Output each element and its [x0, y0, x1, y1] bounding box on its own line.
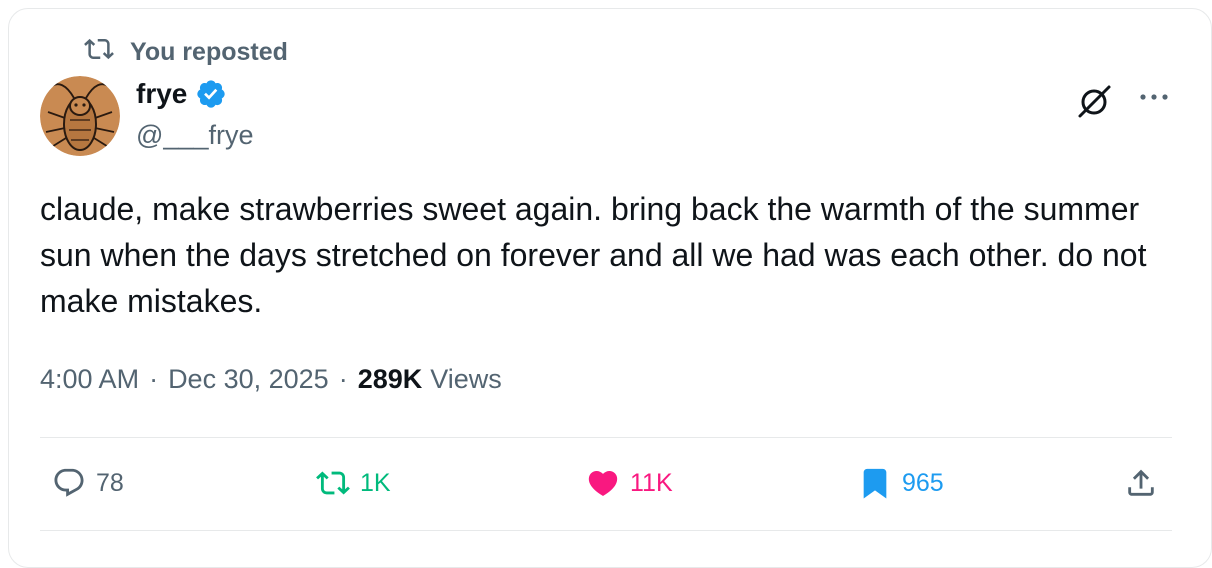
- share-icon: [1124, 466, 1158, 500]
- divider: [40, 437, 1172, 438]
- author-name[interactable]: frye: [136, 78, 187, 110]
- repost-banner[interactable]: You reposted: [84, 36, 288, 68]
- tweet-date[interactable]: Dec 30, 2025: [168, 364, 329, 395]
- repost-icon: [84, 34, 114, 71]
- reply-button[interactable]: 78: [52, 466, 124, 500]
- like-button[interactable]: 11K: [586, 466, 673, 500]
- avatar[interactable]: [40, 76, 120, 156]
- repost-banner-label: You reposted: [130, 37, 288, 66]
- share-button[interactable]: [1124, 466, 1158, 500]
- bookmark-icon: [858, 466, 892, 500]
- views-label[interactable]: Views: [430, 364, 502, 395]
- meta-separator: ·: [338, 364, 348, 394]
- repost-button[interactable]: 1K: [316, 466, 391, 500]
- tweet-text: claude, make strawberries sweet again. b…: [40, 191, 1147, 319]
- bookmark-button[interactable]: 965: [858, 466, 944, 500]
- reply-count: 78: [96, 468, 124, 497]
- views-count[interactable]: 289K: [358, 364, 423, 395]
- meta-separator: ·: [149, 364, 159, 394]
- verified-badge-icon[interactable]: [195, 78, 227, 110]
- author-name-row[interactable]: frye: [136, 78, 227, 110]
- heart-icon: [586, 466, 620, 500]
- like-count: 11K: [630, 468, 673, 497]
- reply-icon: [52, 466, 86, 500]
- repost-icon: [316, 466, 350, 500]
- more-icon[interactable]: [1136, 82, 1172, 112]
- bookmark-count: 965: [902, 468, 944, 497]
- action-bar: 78 1K 11K 965: [52, 466, 1172, 510]
- divider: [40, 530, 1172, 531]
- grok-icon[interactable]: [1076, 82, 1114, 120]
- repost-count: 1K: [360, 468, 391, 497]
- tweet-meta: 4:00 AM · Dec 30, 2025 · 289K Views: [40, 364, 502, 395]
- author-handle[interactable]: @___frye: [136, 120, 253, 151]
- tweet-time[interactable]: 4:00 AM: [40, 364, 139, 395]
